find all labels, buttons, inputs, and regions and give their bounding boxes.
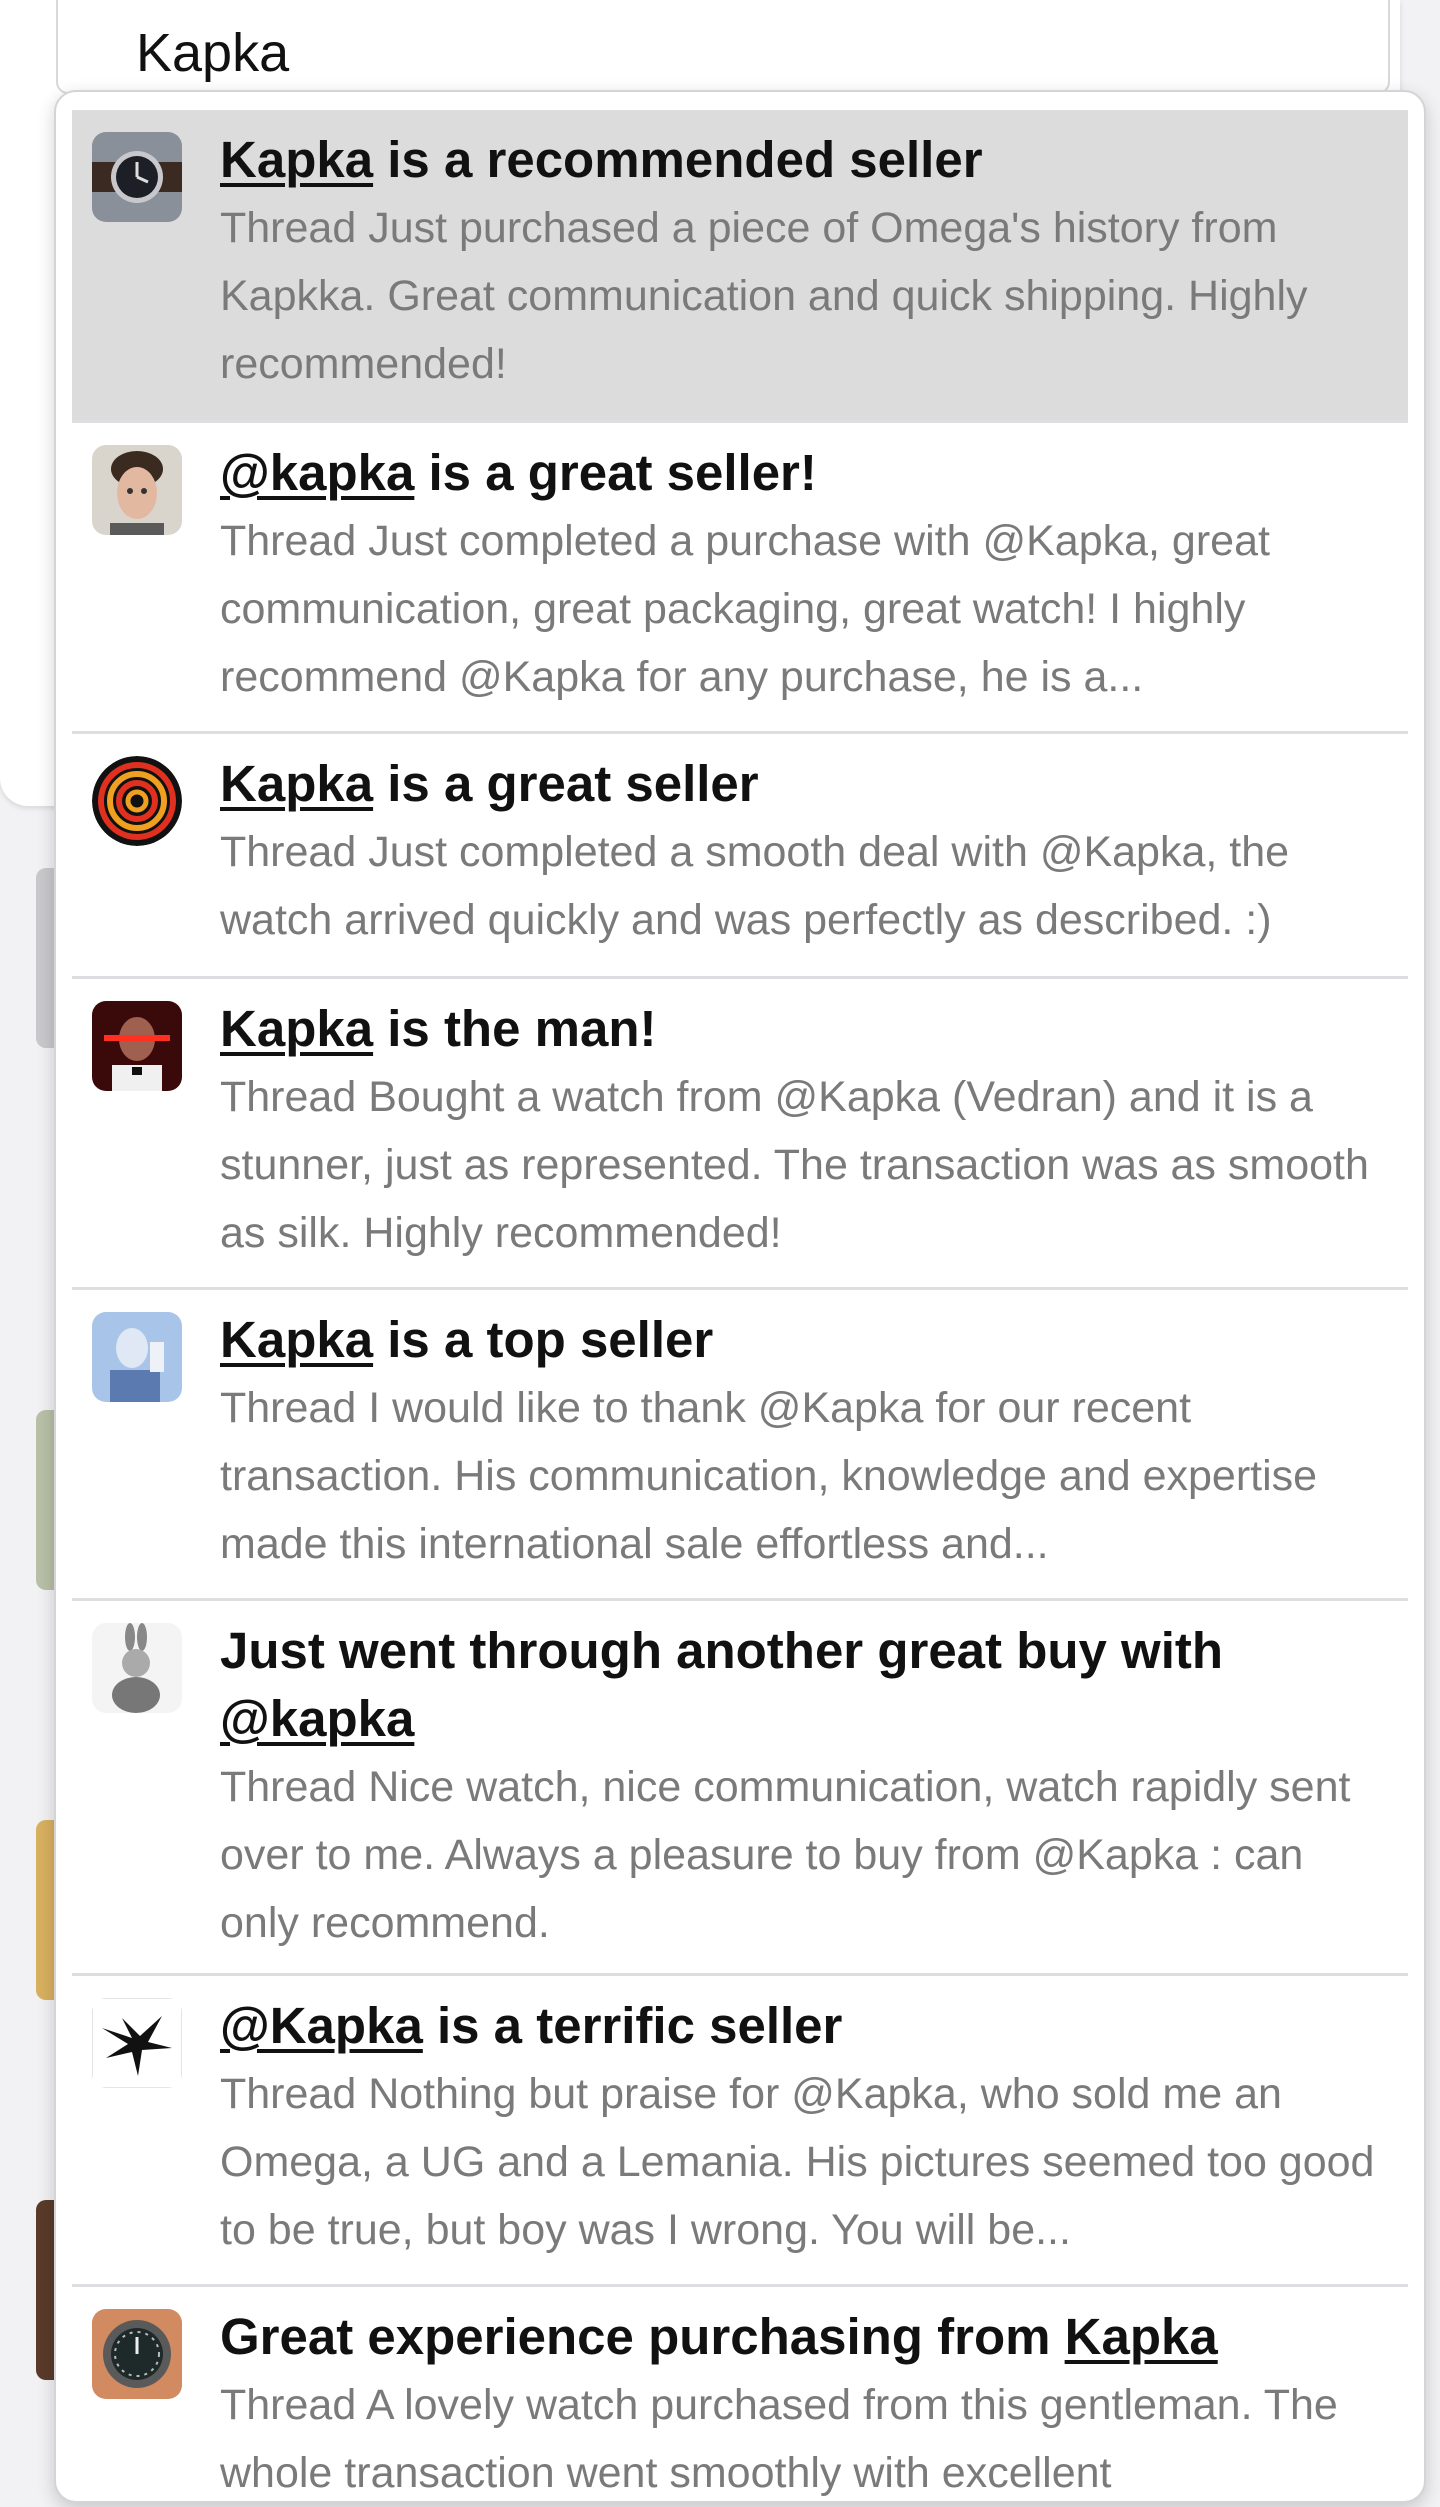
black-bird-avatar-icon	[92, 1998, 182, 2088]
search-input[interactable]	[136, 18, 1336, 88]
result-snippet: Thread Nothing but praise for @Kapka, wh…	[220, 2070, 1375, 2254]
result-snippet: Thread Just purchased a piece of Omega's…	[220, 204, 1308, 388]
result-title-text: is the man!	[373, 1000, 657, 1057]
result-item[interactable]: Great experience purchasing from Kapka T…	[72, 2287, 1408, 2501]
rabbit-sketch-avatar-icon	[92, 1623, 182, 1713]
result-title-text: is a recommended seller	[373, 131, 983, 188]
result-snippet: Thread I would like to thank @Kapka for …	[220, 1384, 1318, 1568]
results-list: Kapka is a recommended seller Thread Jus…	[72, 110, 1408, 2501]
result-title-text: is a terrific seller	[422, 1997, 843, 2054]
result-item[interactable]: Kapka is a top seller Thread I would lik…	[72, 1290, 1408, 1601]
wristwatch-avatar-icon	[92, 132, 182, 222]
result-snippet: Thread Bought a watch from @Kapka (Vedra…	[220, 1073, 1369, 1257]
result-title-link[interactable]: Kapka	[220, 131, 373, 188]
result-title: Kapka is the man!	[220, 995, 1388, 1063]
result-title-link[interactable]: Kapka	[220, 1311, 373, 1368]
red-eyes-avatar-icon	[92, 1001, 182, 1091]
man-portrait-avatar-icon	[92, 445, 182, 535]
result-item[interactable]: Kapka is a great seller Thread Just comp…	[72, 734, 1408, 979]
result-title: @kapka is a great seller!	[220, 439, 1388, 507]
result-title-text: is a great seller!	[414, 444, 817, 501]
result-title-link[interactable]: Kapka	[220, 755, 373, 812]
result-title-link[interactable]: @Kapka	[220, 1997, 423, 2054]
result-snippet: Thread Just completed a smooth deal with…	[220, 828, 1290, 944]
result-title-text: Just went through another great buy with	[220, 1622, 1224, 1679]
result-title: Kapka is a recommended seller	[220, 126, 1388, 194]
result-snippet: Thread Just completed a purchase with @K…	[220, 517, 1270, 701]
result-title-text: is a top seller	[373, 1311, 714, 1368]
result-title: Just went through another great buy with…	[220, 1617, 1388, 1753]
result-snippet: Thread Nice watch, nice communication, w…	[220, 1763, 1351, 1947]
result-title: @Kapka is a terrific seller	[220, 1992, 1388, 2060]
result-item[interactable]: Just went through another great buy with…	[72, 1601, 1408, 1976]
result-title-text: Great experience purchasing from	[220, 2308, 1065, 2365]
result-title: Kapka is a great seller	[220, 750, 1388, 818]
result-snippet: Thread A lovely watch purchased from thi…	[220, 2381, 1338, 2497]
result-item[interactable]: @kapka is a great seller! Thread Just co…	[72, 423, 1408, 734]
search-suggestions-dropdown: Kapka is a recommended seller Thread Jus…	[54, 90, 1426, 2503]
result-title-link[interactable]: Kapka	[1065, 2308, 1218, 2365]
result-title: Kapka is a top seller	[220, 1306, 1388, 1374]
result-title: Great experience purchasing from Kapka	[220, 2303, 1388, 2371]
result-item[interactable]: Kapka is a recommended seller Thread Jus…	[72, 110, 1408, 423]
result-title-link[interactable]: Kapka	[220, 1000, 373, 1057]
spiral-avatar-icon	[92, 756, 182, 846]
result-title-text: is a great seller	[373, 755, 759, 812]
result-title-link[interactable]: @kapka	[220, 444, 414, 501]
dive-watch-avatar-icon	[92, 2309, 182, 2399]
result-item[interactable]: @Kapka is a terrific seller Thread Nothi…	[72, 1976, 1408, 2287]
search-field[interactable]	[56, 0, 1390, 94]
result-title-link[interactable]: @kapka	[220, 1690, 414, 1747]
result-item[interactable]: Kapka is the man! Thread Bought a watch …	[72, 979, 1408, 1290]
blue-portrait-avatar-icon	[92, 1312, 182, 1402]
